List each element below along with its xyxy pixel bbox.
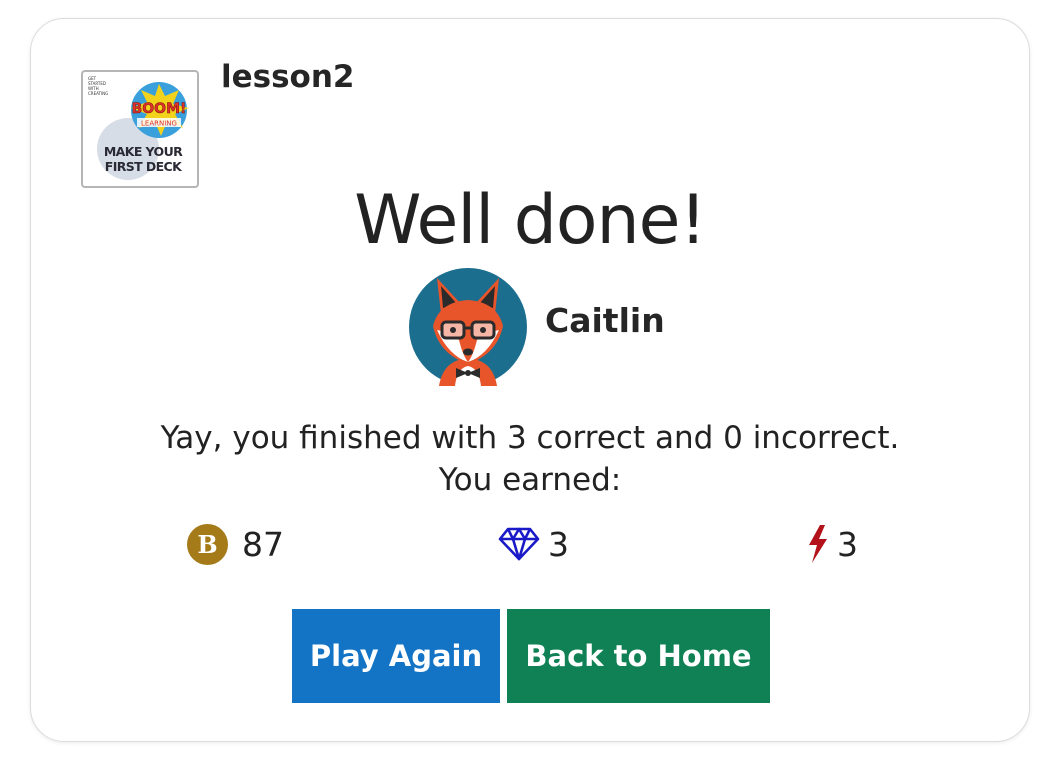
thumbnail-caption: GET STARTED WITH CREATING (88, 76, 109, 96)
user-name: Caitlin (545, 301, 665, 340)
results-card: GET STARTED WITH CREATING BOOM! LEARNING… (30, 18, 1030, 742)
reward-coins: B 87 (187, 522, 284, 566)
boom-learning-logo-icon: BOOM! LEARNING (131, 82, 189, 138)
fox-avatar-icon (409, 268, 527, 386)
reward-power: 3 (807, 522, 858, 566)
gems-value: 3 (548, 524, 569, 564)
svg-text:BOOM!: BOOM! (132, 101, 187, 117)
power-value: 3 (837, 524, 858, 564)
thumbnail-title: MAKE YOUR FIRST DECK (103, 144, 183, 174)
svg-text:LEARNING: LEARNING (141, 120, 177, 128)
diamond-icon (498, 527, 540, 561)
result-message: Yay, you finished with 3 correct and 0 i… (31, 417, 1029, 501)
result-summary: Yay, you finished with 3 correct and 0 i… (160, 420, 900, 456)
play-again-button[interactable]: Play Again (292, 609, 500, 703)
boom-coin-icon: B (187, 523, 228, 565)
earned-label: You earned: (438, 462, 622, 498)
reward-gems: 3 (498, 522, 569, 566)
deck-thumbnail: GET STARTED WITH CREATING BOOM! LEARNING… (81, 70, 199, 188)
lightning-bolt-icon (809, 525, 827, 563)
back-to-home-button[interactable]: Back to Home (507, 609, 770, 703)
coins-value: 87 (242, 524, 284, 564)
result-headline: Well done! (354, 181, 706, 260)
deck-title: lesson2 (221, 59, 355, 95)
